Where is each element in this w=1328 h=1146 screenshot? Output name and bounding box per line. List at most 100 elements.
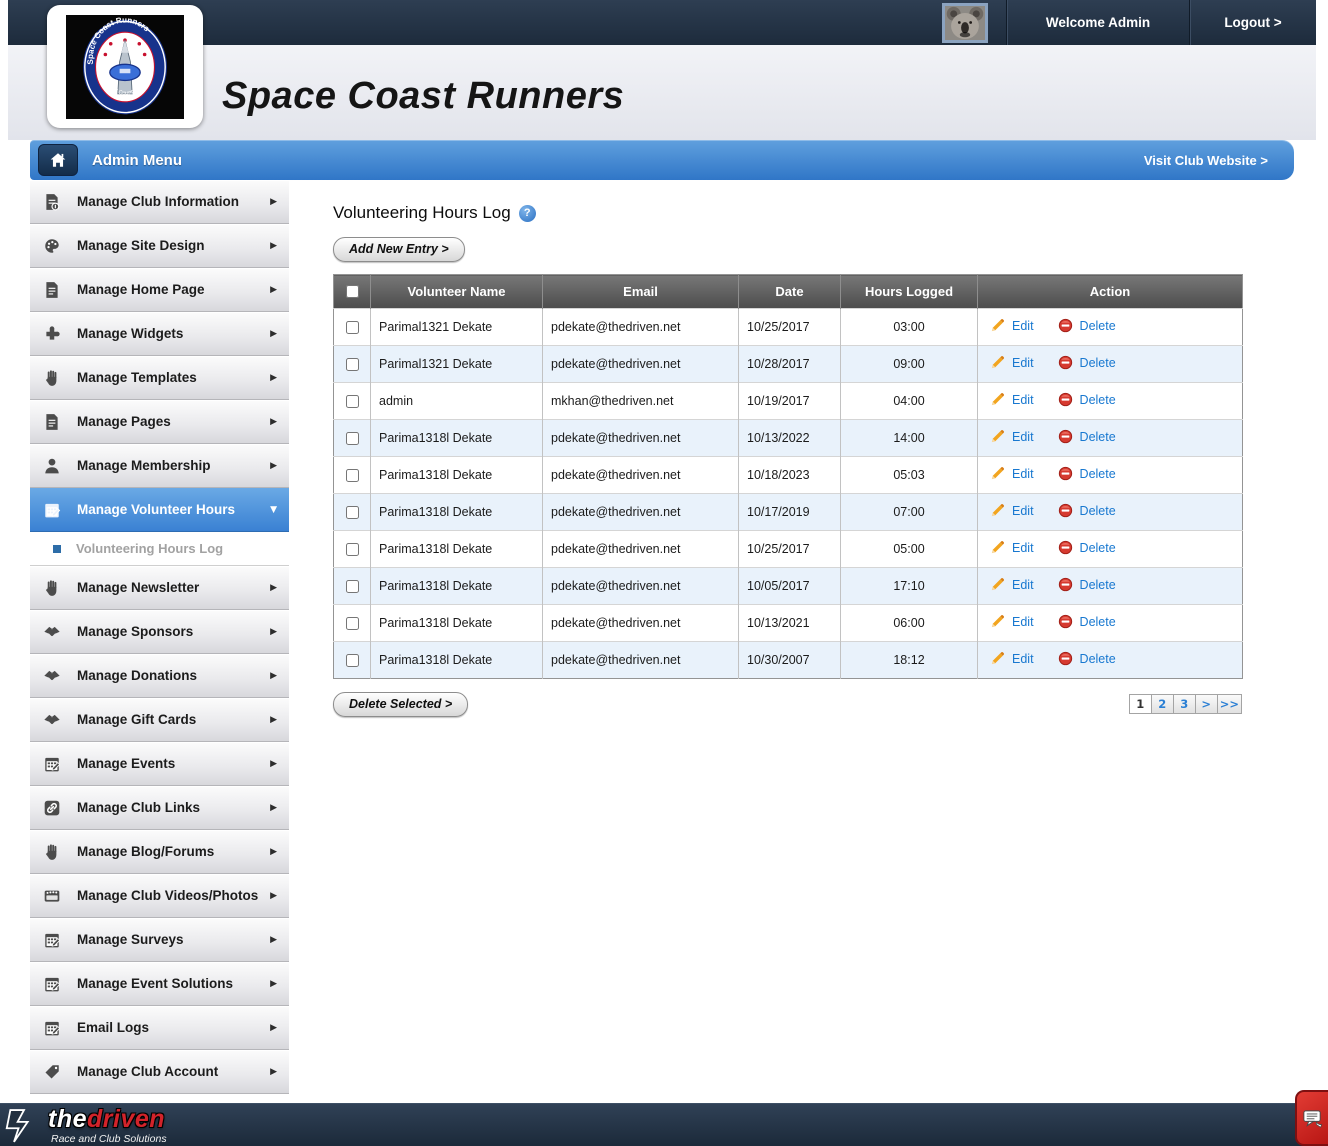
delete-icon [1058,392,1073,407]
delete-icon [1058,614,1073,629]
pagination-page[interactable]: 2 [1151,694,1174,714]
sidebar-item[interactable]: Manage Surveys▶ [30,918,289,962]
sidebar-item[interactable]: Manage Events▶ [30,742,289,786]
sidebar-item[interactable]: Manage Blog/Forums▶ [30,830,289,874]
row-checkbox[interactable] [346,543,359,556]
cell-volunteer-name: Parimal1321 Dekate [371,346,543,383]
sidebar-item[interactable]: Manage Event Solutions▶ [30,962,289,1006]
cell-date: 10/05/2017 [739,568,841,605]
feedback-button[interactable] [1295,1090,1328,1146]
chevron-right-icon: ▶ [270,241,277,251]
row-checkbox[interactable] [346,580,359,593]
chevron-right-icon: ▶ [270,979,277,989]
edit-link[interactable]: Edit [1012,652,1034,666]
cell-action: Edit Delete [978,346,1243,383]
row-checkbox[interactable] [346,321,359,334]
delete-link[interactable]: Delete [1080,430,1116,444]
visit-club-website-link[interactable]: Visit Club Website > [1144,153,1268,168]
edit-link[interactable]: Edit [1012,430,1034,444]
sidebar-item[interactable]: Manage Sponsors▶ [30,610,289,654]
row-checkbox-cell [334,420,371,457]
sidebar-item[interactable]: Manage Membership▶ [30,444,289,488]
home-button[interactable] [38,144,78,176]
welcome-section: Welcome Admin [1006,0,1189,45]
row-checkbox-cell [334,383,371,420]
edit-link[interactable]: Edit [1012,393,1034,407]
pencil-icon [990,355,1005,370]
cell-email: pdekate@thedriven.net [543,568,739,605]
sidebar-item[interactable]: Manage Pages▶ [30,400,289,444]
cell-hours-logged: 07:00 [841,494,978,531]
sidebar-item-label: Manage Home Page [77,282,205,297]
add-new-entry-button[interactable]: Add New Entry > [333,237,465,262]
sidebar-item[interactable]: Manage Donations▶ [30,654,289,698]
delete-link[interactable]: Delete [1080,652,1116,666]
edit-link[interactable]: Edit [1012,615,1034,629]
col-volunteer-name: Volunteer Name [371,275,543,309]
row-checkbox[interactable] [346,506,359,519]
delete-link[interactable]: Delete [1080,615,1116,629]
col-date: Date [739,275,841,309]
link-icon [43,799,63,817]
delete-link[interactable]: Delete [1080,541,1116,555]
pagination-page[interactable]: >> [1217,694,1242,714]
row-checkbox[interactable] [346,617,359,630]
cell-action: Edit Delete [978,568,1243,605]
edit-link[interactable]: Edit [1012,541,1034,555]
chevron-right-icon: ▶ [270,759,277,769]
sidebar-item[interactable]: Manage Club Videos/Photos▶ [30,874,289,918]
cell-date: 10/19/2017 [739,383,841,420]
sidebar-item[interactable]: Manage Club Information▶ [30,180,289,224]
sidebar-item[interactable]: Manage Gift Cards▶ [30,698,289,742]
row-checkbox-cell [334,568,371,605]
sidebar-item[interactable]: Manage Newsletter▶ [30,566,289,610]
logout-link[interactable]: Logout > [1224,15,1281,30]
help-icon[interactable]: ? [519,205,536,222]
edit-link[interactable]: Edit [1012,356,1034,370]
cell-date: 10/25/2017 [739,309,841,346]
cell-date: 10/25/2017 [739,531,841,568]
row-checkbox[interactable] [346,432,359,445]
select-all-checkbox[interactable] [346,285,359,298]
edit-link[interactable]: Edit [1012,504,1034,518]
sidebar-item[interactable]: Manage Home Page▶ [30,268,289,312]
sidebar-item[interactable]: Manage Club Links▶ [30,786,289,830]
table-row: Parima1318l Dekatepdekate@thedriven.net1… [334,605,1243,642]
row-checkbox[interactable] [346,395,359,408]
delete-link[interactable]: Delete [1080,504,1116,518]
table-row: Parimal1321 Dekatepdekate@thedriven.net1… [334,346,1243,383]
volunteer-table-body: Parimal1321 Dekatepdekate@thedriven.net1… [334,309,1243,679]
delete-selected-button[interactable]: Delete Selected > [333,692,468,717]
cell-action: Edit Delete [978,420,1243,457]
sidebar-item[interactable]: Manage Club Account▶ [30,1050,289,1094]
calendar-icon [43,1019,63,1037]
cell-hours-logged: 05:00 [841,531,978,568]
row-checkbox[interactable] [346,469,359,482]
sidebar-item[interactable]: Manage Widgets▶ [30,312,289,356]
delete-link[interactable]: Delete [1080,393,1116,407]
edit-link[interactable]: Edit [1012,578,1034,592]
row-checkbox[interactable] [346,654,359,667]
edit-link[interactable]: Edit [1012,319,1034,333]
sidebar-item[interactable]: Email Logs▶ [30,1006,289,1050]
pagination-page[interactable]: > [1195,694,1218,714]
edit-link[interactable]: Edit [1012,467,1034,481]
delete-link[interactable]: Delete [1080,356,1116,370]
koala-avatar-image [945,6,985,41]
pagination-page[interactable]: 3 [1173,694,1196,714]
row-checkbox[interactable] [346,358,359,371]
cell-email: pdekate@thedriven.net [543,309,739,346]
sidebar-item[interactable]: Manage Volunteer Hours▼ [30,488,289,532]
chevron-right-icon: ▶ [270,803,277,813]
delete-link[interactable]: Delete [1080,467,1116,481]
cell-hours-logged: 18:12 [841,642,978,679]
cell-date: 10/30/2007 [739,642,841,679]
sidebar-item[interactable]: Manage Site Design▶ [30,224,289,268]
header-band: Space Coast Runners [8,45,1316,140]
sidebar-subitem[interactable]: Volunteering Hours Log [30,532,289,566]
sidebar-item[interactable]: Manage Templates▶ [30,356,289,400]
pagination-page[interactable]: 1 [1129,694,1152,714]
delete-link[interactable]: Delete [1080,319,1116,333]
delete-link[interactable]: Delete [1080,578,1116,592]
table-header-row: Volunteer Name Email Date Hours Logged A… [334,275,1243,309]
